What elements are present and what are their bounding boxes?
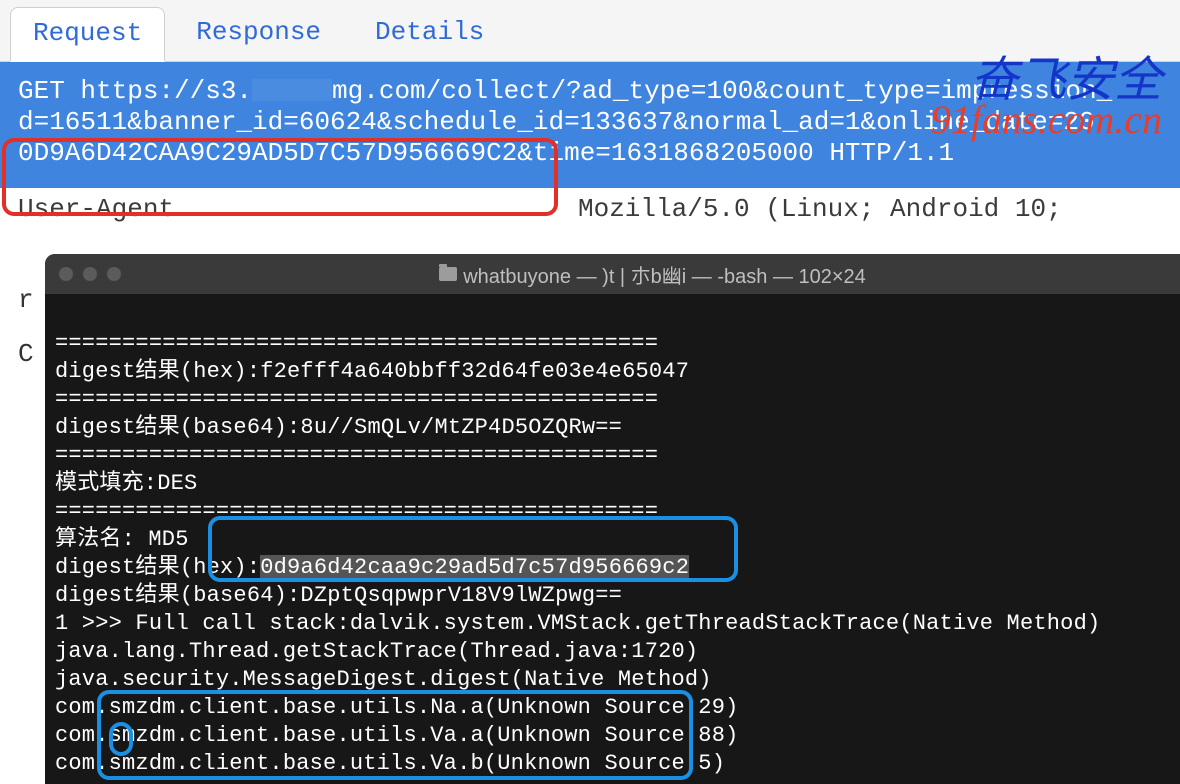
term-line: 模式填充:DES [55,471,197,496]
request-line-1a: GET https://s3. [18,76,252,106]
request-line-2: d=16511&banner_id=60624&schedule_id=1336… [18,107,1162,138]
terminal-titlebar[interactable]: whatbuyone — )t | 朩b幽i — -bash — 102×24 [45,254,1180,294]
request-panel: GET https://s3. mg.com/collect/?ad_type=1… [0,62,1180,225]
zoom-icon[interactable] [107,267,121,281]
close-icon[interactable] [59,267,73,281]
request-line-1b: mg.com/collect/?ad_type=100&count_type=i… [332,76,1112,106]
header-user-agent: User-Agent Mozilla/5.0 (Linux; Android 1… [0,188,1180,225]
terminal-body[interactable]: ========================================… [45,294,1180,784]
tab-details[interactable]: Details [352,6,507,61]
header-value: Mozilla/5.0 (Linux; Android 10; [578,194,1162,225]
term-line: java.lang.Thread.getStackTrace(Thread.ja… [55,639,698,664]
terminal-title-text: whatbuyone — )t | 朩b幽i — -bash — 102×24 [463,260,866,289]
term-line: com.smzdm.client.base.utils.Na.a(Unknown… [55,695,739,720]
term-line: ========================================… [55,443,658,468]
term-line-hex-prefix: digest结果(hex): [55,555,260,580]
term-line: ========================================… [55,499,658,524]
term-line: com.smzdm.client.base.utils.Va.b(Unknown… [55,751,725,776]
folder-icon [439,267,457,281]
term-line: ========================================… [55,387,658,412]
term-line: ========================================… [55,331,658,356]
term-line: digest结果(base64):8u//SmQLv/MtZP4D5OZQRw=… [55,415,622,440]
term-line: 1 >>> Full call stack:dalvik.system.VMSt… [55,611,1100,636]
term-line: digest结果(base64):DZptQsqpwprV18V9lWZpwg=… [55,583,622,608]
term-md5-highlight: 0d9a6d42caa9c29ad5d7c57d956669c2 [260,555,689,580]
term-line: digest结果(hex):f2efff4a640bbff32d64fe03e4… [55,359,689,384]
tab-request[interactable]: Request [10,7,165,62]
request-first-line: GET https://s3. mg.com/collect/?ad_type=1… [0,62,1180,188]
minimize-icon[interactable] [83,267,97,281]
request-line-3: 0D9A6D42CAA9C29AD5D7C57D956669C2&time=16… [18,138,1162,169]
term-line: com.smzdm.client.base.utils.Va.a(Unknown… [55,723,739,748]
tab-response[interactable]: Response [173,6,344,61]
header-name: User-Agent [18,194,578,225]
term-line: java.security.MessageDigest.digest(Nativ… [55,667,712,692]
window-controls[interactable] [59,267,121,281]
terminal-title: whatbuyone — )t | 朩b幽i — -bash — 102×24 [139,260,1166,289]
tabs-bar: Request Response Details [0,0,1180,62]
terminal-window: whatbuyone — )t | 朩b幽i — -bash — 102×24 … [45,254,1180,784]
redacted-host [252,79,332,101]
term-line: 算法名: MD5 [55,527,189,552]
